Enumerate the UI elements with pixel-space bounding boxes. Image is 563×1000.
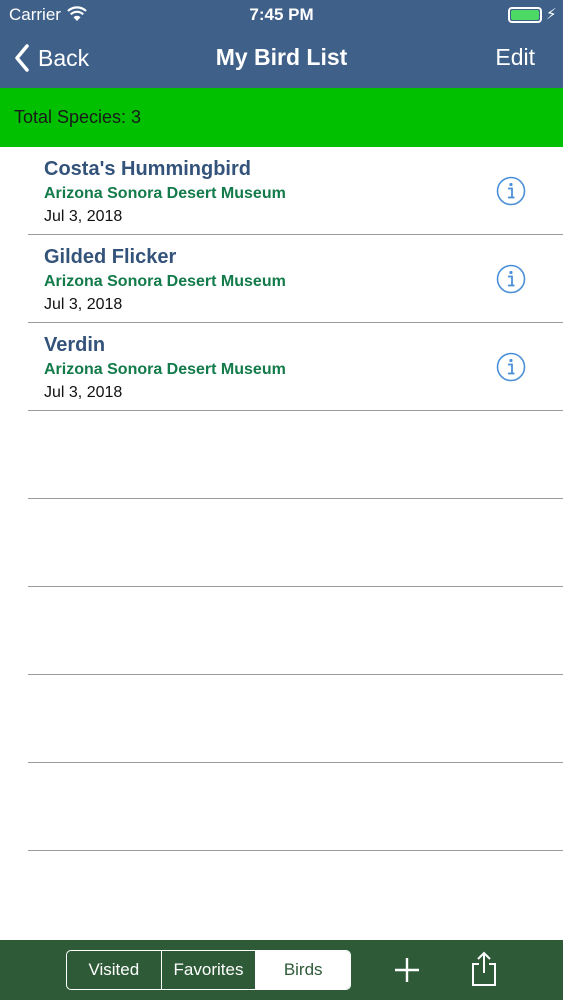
segment-visited[interactable]: Visited	[67, 951, 161, 989]
page-title: My Bird List	[215, 44, 348, 70]
bird-row[interactable]: Verdin Arizona Sonora Desert Museum Jul …	[28, 323, 563, 411]
empty-row	[28, 499, 563, 587]
bird-location: Arizona Sonora Desert Museum	[44, 185, 286, 202]
empty-row	[28, 587, 563, 675]
species-summary-bar: Total Species: 3	[0, 88, 563, 147]
battery-icon	[508, 7, 542, 23]
navigation-bar: Back My Bird List Edit	[0, 30, 563, 88]
info-icon[interactable]	[496, 264, 526, 294]
bird-date: Jul 3, 2018	[44, 384, 123, 401]
total-species-label: Total Species: 3	[14, 107, 142, 127]
empty-row	[28, 763, 563, 851]
info-icon[interactable]	[496, 176, 526, 206]
bird-name: Verdin	[44, 334, 106, 356]
segment-birds[interactable]: Birds	[255, 951, 350, 989]
bird-name: Costa's Hummingbird	[44, 158, 251, 180]
bird-date: Jul 3, 2018	[44, 296, 123, 313]
view-segmented-control: Visited Favorites Birds	[66, 950, 351, 990]
info-icon[interactable]	[496, 352, 526, 382]
bird-location: Arizona Sonora Desert Museum	[44, 361, 286, 378]
plus-icon[interactable]	[394, 957, 420, 983]
status-bar: Carrier 7:45 PM ⚡	[0, 0, 563, 30]
empty-row	[28, 411, 563, 499]
bird-name: Gilded Flicker	[44, 246, 177, 268]
bird-date: Jul 3, 2018	[44, 208, 123, 225]
charging-bolt-icon: ⚡	[546, 6, 557, 23]
header: Carrier 7:45 PM ⚡ Back My Bird List Edit	[0, 0, 563, 88]
bird-row[interactable]: Costa's Hummingbird Arizona Sonora Deser…	[28, 147, 563, 235]
bird-location: Arizona Sonora Desert Museum	[44, 273, 286, 290]
empty-row	[28, 675, 563, 763]
status-time: 7:45 PM	[249, 5, 314, 24]
bottom-toolbar: Visited Favorites Birds	[0, 940, 563, 1000]
segment-favorites[interactable]: Favorites	[160, 951, 256, 989]
bird-row[interactable]: Gilded Flicker Arizona Sonora Desert Mus…	[28, 235, 563, 323]
share-icon[interactable]	[470, 951, 498, 987]
bird-list: Costa's Hummingbird Arizona Sonora Deser…	[0, 147, 563, 851]
edit-button[interactable]: Edit	[495, 44, 535, 71]
